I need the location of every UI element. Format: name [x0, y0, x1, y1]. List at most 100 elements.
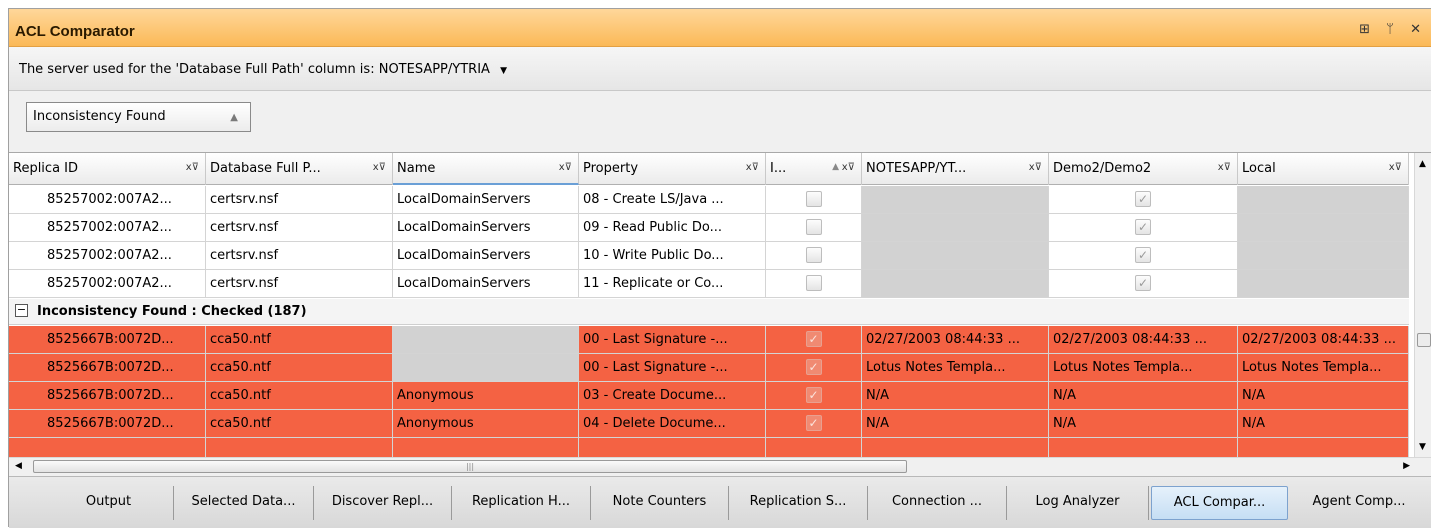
- filter-icon[interactable]: x⊽: [186, 162, 199, 173]
- checkbox[interactable]: [805, 247, 822, 263]
- cell-inconsistency: ✓: [766, 382, 862, 410]
- cell-demo2: 02/27/2003 08:44:33 ...: [1049, 326, 1238, 354]
- cell-notesapp: 02/27/2003 08:44:33 ...: [862, 326, 1049, 354]
- filter-icon[interactable]: x⊽: [1389, 162, 1402, 173]
- filter-icon[interactable]: x⊽: [373, 162, 386, 173]
- tab-acl-comparator[interactable]: ACL Compar...: [1151, 486, 1288, 520]
- cell-notesapp: Lotus Notes Templa...: [862, 354, 1049, 382]
- cell-notesapp: [862, 242, 1049, 270]
- col-header-local[interactable]: Local x⊽: [1238, 153, 1409, 185]
- scroll-down-icon[interactable]: ▼: [1419, 442, 1426, 452]
- cell-replica-id: 8525667B:0072D...: [9, 354, 206, 382]
- panel-window-buttons[interactable]: ⊞ ᛘ ✕: [1359, 22, 1427, 37]
- checkbox[interactable]: ✓: [1135, 191, 1151, 207]
- cell-inconsistency: ✓: [766, 354, 862, 382]
- group-by-chip[interactable]: Inconsistency Found ▲: [26, 102, 251, 132]
- cell-inconsistency: [766, 242, 862, 270]
- scroll-thumb[interactable]: [1417, 333, 1431, 347]
- cell-demo2: ✓: [1049, 270, 1238, 298]
- cell-property: 03 - Create Docume...: [579, 382, 766, 410]
- col-header-demo2[interactable]: Demo2/Demo2 x⊽: [1049, 153, 1238, 185]
- server-value[interactable]: NOTESAPP/YTRIA: [379, 62, 490, 77]
- table-row[interactable]: 8525667B:0072D... cca50.ntf Anonymous 03…: [9, 382, 1409, 410]
- collapse-icon[interactable]: −: [15, 304, 28, 317]
- tab-output[interactable]: Output: [44, 486, 174, 520]
- cell-replica-id: 8525667B:0072D...: [9, 382, 206, 410]
- server-selector[interactable]: The server used for the 'Database Full P…: [19, 62, 507, 77]
- tab-connection[interactable]: Connection ...: [868, 486, 1007, 520]
- vertical-scrollbar[interactable]: ▲ ▼: [1414, 153, 1431, 457]
- cell-local: Lotus Notes Templa...: [1238, 354, 1409, 382]
- tab-discover-replicas[interactable]: Discover Repl...: [314, 486, 452, 520]
- cell-database-path: cca50.ntf: [206, 326, 393, 354]
- table-row[interactable]: 8525667B:0072D... cca50.ntf Anonymous 04…: [9, 410, 1409, 438]
- checkbox[interactable]: ✓: [1135, 247, 1151, 263]
- filter-icon[interactable]: x⊽: [842, 162, 855, 173]
- table-row[interactable]: 85257002:007A2... certsrv.nsf LocalDomai…: [9, 186, 1409, 214]
- cell-property: [579, 438, 766, 457]
- tab-selected-data[interactable]: Selected Data...: [174, 486, 314, 520]
- cell-property: 04 - Delete Docume...: [579, 410, 766, 438]
- filter-icon[interactable]: x⊽: [1029, 162, 1042, 173]
- table-row-partial[interactable]: [9, 438, 1409, 457]
- checkbox[interactable]: ✓: [805, 387, 822, 403]
- cell-replica-id: 8525667B:0072D...: [9, 410, 206, 438]
- table-row[interactable]: 8525667B:0072D... cca50.ntf 00 - Last Si…: [9, 326, 1409, 354]
- table-row[interactable]: 85257002:007A2... certsrv.nsf LocalDomai…: [9, 270, 1409, 298]
- filter-icon[interactable]: x⊽: [559, 162, 572, 173]
- scroll-thumb[interactable]: |||: [33, 460, 907, 473]
- checkbox[interactable]: [805, 191, 822, 207]
- filter-icon[interactable]: x⊽: [746, 162, 759, 173]
- col-header-name[interactable]: Name x⊽: [393, 153, 579, 185]
- tab-replication-schedule[interactable]: Replication S...: [729, 486, 868, 520]
- cell-replica-id: 8525667B:0072D...: [9, 326, 206, 354]
- grid-header: Replica ID x⊽ Database Full P... x⊽ Name x⊽…: [9, 153, 1409, 185]
- checkbox[interactable]: ✓: [805, 415, 822, 431]
- cell-inconsistency: ✓: [766, 326, 862, 354]
- tab-replication-history[interactable]: Replication H...: [452, 486, 591, 520]
- caret-down-icon[interactable]: ▼: [500, 66, 507, 76]
- cell-replica-id: 85257002:007A2...: [9, 214, 206, 242]
- tab-agent-comparator[interactable]: Agent Comp...: [1290, 486, 1428, 520]
- cell-name: [393, 354, 579, 382]
- col-header-notesapp[interactable]: NOTESAPP/YT... x⊽: [862, 153, 1049, 185]
- table-row[interactable]: 85257002:007A2... certsrv.nsf LocalDomai…: [9, 242, 1409, 270]
- col-header-property[interactable]: Property x⊽: [579, 153, 766, 185]
- cell-database-path: certsrv.nsf: [206, 186, 393, 214]
- scroll-up-icon[interactable]: ▲: [1419, 159, 1426, 169]
- cell-database-path: certsrv.nsf: [206, 270, 393, 298]
- bottom-tab-bar: Output Selected Data... Discover Repl...…: [9, 476, 1431, 528]
- checkbox[interactable]: ✓: [805, 359, 822, 375]
- col-header-database-path[interactable]: Database Full P... x⊽: [206, 153, 393, 185]
- tab-note-counters[interactable]: Note Counters: [591, 486, 729, 520]
- sort-ascending-icon[interactable]: ▲: [230, 112, 238, 123]
- cell-property: 10 - Write Public Do...: [579, 242, 766, 270]
- scroll-right-icon[interactable]: ▶: [1403, 461, 1410, 471]
- table-row[interactable]: 8525667B:0072D... cca50.ntf 00 - Last Si…: [9, 354, 1409, 382]
- tab-log-analyzer[interactable]: Log Analyzer: [1007, 486, 1149, 520]
- checkbox[interactable]: [805, 219, 822, 235]
- checkbox[interactable]: ✓: [805, 331, 822, 347]
- filter-icon[interactable]: x⊽: [1218, 162, 1231, 173]
- cell-inconsistency: [766, 214, 862, 242]
- cell-local: [1238, 270, 1409, 298]
- cell-notesapp: [862, 186, 1049, 214]
- cell-property: 08 - Create LS/Java ...: [579, 186, 766, 214]
- group-row[interactable]: − Inconsistency Found : Checked (187): [9, 299, 1409, 325]
- col-header-inconsistency[interactable]: I... ▲ x⊽: [766, 153, 862, 185]
- cell-property: 11 - Replicate or Co...: [579, 270, 766, 298]
- sort-ascending-icon: ▲: [832, 162, 839, 172]
- checkbox[interactable]: ✓: [1135, 219, 1151, 235]
- col-header-replica-id[interactable]: Replica ID x⊽: [9, 153, 206, 185]
- scroll-left-icon[interactable]: ◀: [15, 461, 22, 471]
- checkbox[interactable]: ✓: [1135, 275, 1151, 291]
- cell-demo2: ✓: [1049, 186, 1238, 214]
- table-row[interactable]: 85257002:007A2... certsrv.nsf LocalDomai…: [9, 214, 1409, 242]
- cell-local: [1238, 214, 1409, 242]
- checkbox[interactable]: [805, 275, 822, 291]
- cell-local: N/A: [1238, 382, 1409, 410]
- cell-database-path: cca50.ntf: [206, 382, 393, 410]
- cell-demo2: ✓: [1049, 242, 1238, 270]
- cell-property: 00 - Last Signature -...: [579, 354, 766, 382]
- horizontal-scrollbar[interactable]: ◀ ||| ▶: [9, 457, 1431, 475]
